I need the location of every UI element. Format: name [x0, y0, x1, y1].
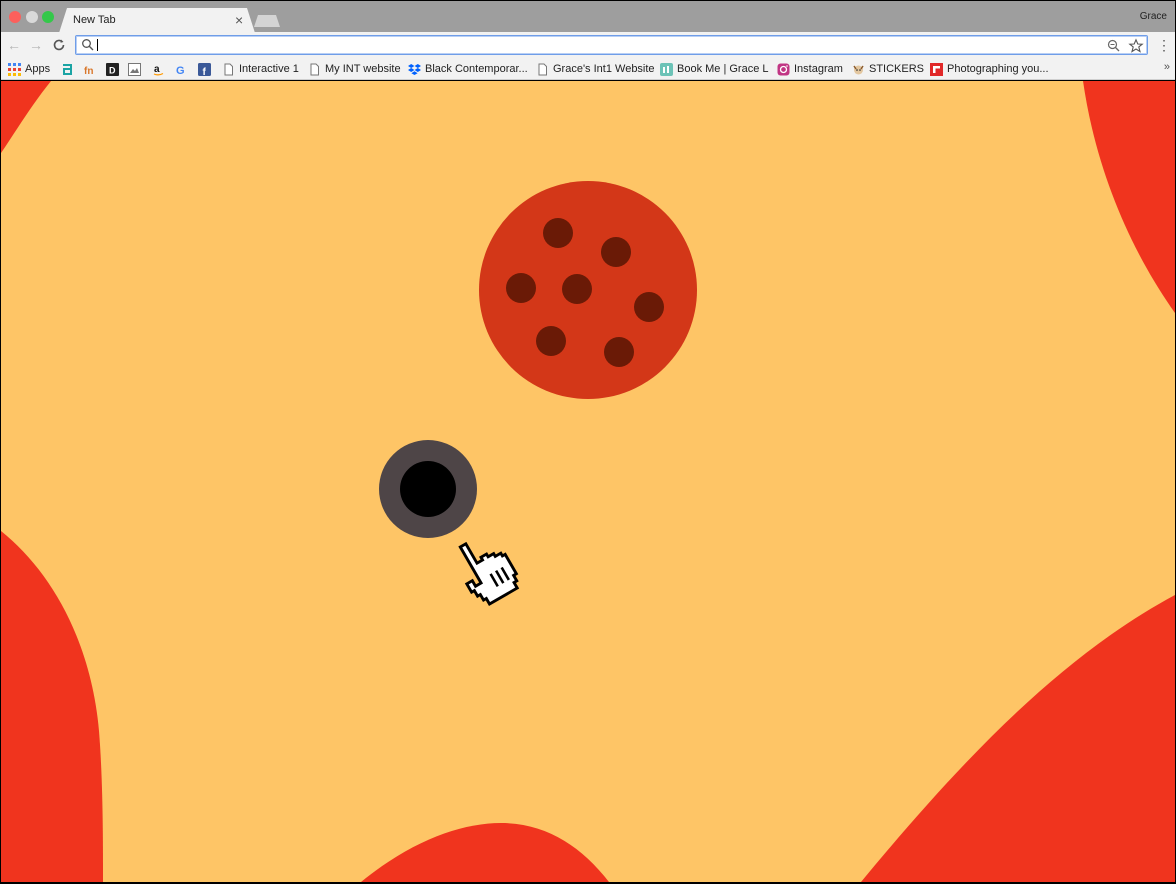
bookmark-apps[interactable]: Apps: [8, 61, 50, 77]
toolbar: ← → ⋮: [1, 32, 1175, 58]
bookmarks-bar: Apps fn D a G f Interactive 1 My INT web…: [1, 58, 1175, 80]
apps-grid-icon: [8, 62, 21, 76]
bottom-right-blob: [861, 595, 1175, 882]
bookmark-instagram[interactable]: Instagram: [777, 61, 843, 77]
bottom-left-blob: [1, 531, 103, 882]
pepperoni: [562, 274, 592, 304]
bookmark-fn[interactable]: fn: [84, 61, 101, 77]
d-icon: D: [106, 62, 119, 76]
bookmark-book-me[interactable]: Book Me | Grace L: [660, 61, 769, 77]
bookmark-label: Apps: [25, 63, 51, 75]
top-left-blob: [1, 81, 51, 153]
flipboard-icon: [930, 62, 943, 76]
bookmark-label: Photographing you...: [947, 63, 1049, 75]
maximize-window-button[interactable]: [42, 11, 54, 23]
svg-text:G: G: [176, 65, 185, 76]
sticker-icon: [853, 65, 864, 74]
bookmark-label: Black Contemporar...: [425, 63, 528, 75]
pepperoni: [604, 337, 634, 367]
bookmark-label: My INT website: [325, 63, 401, 75]
bookmark-google[interactable]: G: [175, 61, 192, 77]
bookmark-black-contemporary[interactable]: Black Contemporar...: [408, 61, 528, 77]
new-tab-button[interactable]: [254, 15, 280, 27]
pepperoni: [634, 292, 664, 322]
tab-new-tab[interactable]: New Tab ×: [59, 8, 255, 33]
page-icon: [310, 63, 319, 75]
bookmark-image[interactable]: [128, 61, 145, 77]
browser-window: New Tab × Grace ← → ⋮ Apps fn D a G f In…: [0, 0, 1176, 884]
bookmark-amazon[interactable]: a: [152, 61, 169, 77]
tab-close-icon[interactable]: ×: [235, 11, 243, 29]
calendar-icon: [660, 62, 673, 76]
text-caret: [97, 39, 98, 51]
top-right-blob: [1083, 81, 1175, 313]
page-canvas: [1, 81, 1175, 882]
svg-text:a: a: [154, 64, 160, 75]
bookmark-photographing[interactable]: Photographing you...: [930, 61, 1049, 77]
page-icon: [538, 63, 547, 75]
bookmark-label: Instagram: [794, 63, 843, 75]
bookmark-label: Grace's Int1 Website: [553, 63, 655, 75]
bookmark-label: Interactive 1: [239, 63, 299, 75]
pepperoni: [506, 273, 536, 303]
google-icon: G: [176, 65, 185, 76]
bookmark-my-int-website[interactable]: My INT website: [308, 61, 401, 77]
tab-title: New Tab: [73, 14, 116, 26]
svg-text:fn: fn: [84, 66, 93, 76]
svg-text:D: D: [109, 65, 116, 75]
bookmark-interactive-1[interactable]: Interactive 1: [222, 61, 299, 77]
back-icon[interactable]: ←: [5, 35, 23, 55]
bookmark-label: Book Me | Grace L: [677, 63, 769, 75]
amazon-icon: a: [153, 64, 164, 75]
pepperoni: [601, 237, 631, 267]
fn-icon: fn: [84, 66, 93, 76]
pepperoni: [536, 326, 566, 356]
profile-name[interactable]: Grace: [1140, 11, 1167, 22]
pepperoni: [543, 218, 573, 248]
minimize-window-button[interactable]: [26, 11, 38, 23]
instagram-icon: [777, 63, 790, 75]
hand-cursor-icon: [458, 541, 520, 606]
bookmark-stickers[interactable]: STICKERS: [852, 61, 924, 77]
reload-icon[interactable]: [50, 35, 68, 55]
bookmark-graces-int1-website[interactable]: Grace's Int1 Website: [536, 61, 655, 77]
close-window-button[interactable]: [9, 11, 21, 23]
search-icon: [82, 39, 94, 51]
facebook-icon: f: [198, 62, 211, 76]
bookmark-d[interactable]: D: [106, 61, 123, 77]
image-icon: [128, 62, 141, 76]
forward-icon[interactable]: →: [27, 35, 45, 55]
menu-icon[interactable]: ⋮: [1157, 35, 1171, 55]
bookmark-label: STICKERS: [869, 63, 925, 75]
bookmarks-overflow-icon[interactable]: »: [1164, 61, 1170, 73]
star-icon[interactable]: [1128, 38, 1144, 54]
zoom-icon[interactable]: [1106, 38, 1122, 54]
tab-strip: New Tab × Grace: [1, 1, 1175, 33]
address-input[interactable]: [96, 37, 1096, 53]
bookmark-teal-a[interactable]: [61, 61, 78, 77]
teal-a-icon: [63, 63, 72, 75]
bookmark-facebook[interactable]: f: [198, 61, 215, 77]
page-icon: [224, 63, 233, 75]
bottom-center-blob: [361, 823, 609, 882]
dropbox-icon: [408, 63, 421, 75]
address-bar[interactable]: [75, 35, 1148, 55]
hole[interactable]: [400, 461, 456, 517]
pizza-scene: [1, 81, 1175, 882]
